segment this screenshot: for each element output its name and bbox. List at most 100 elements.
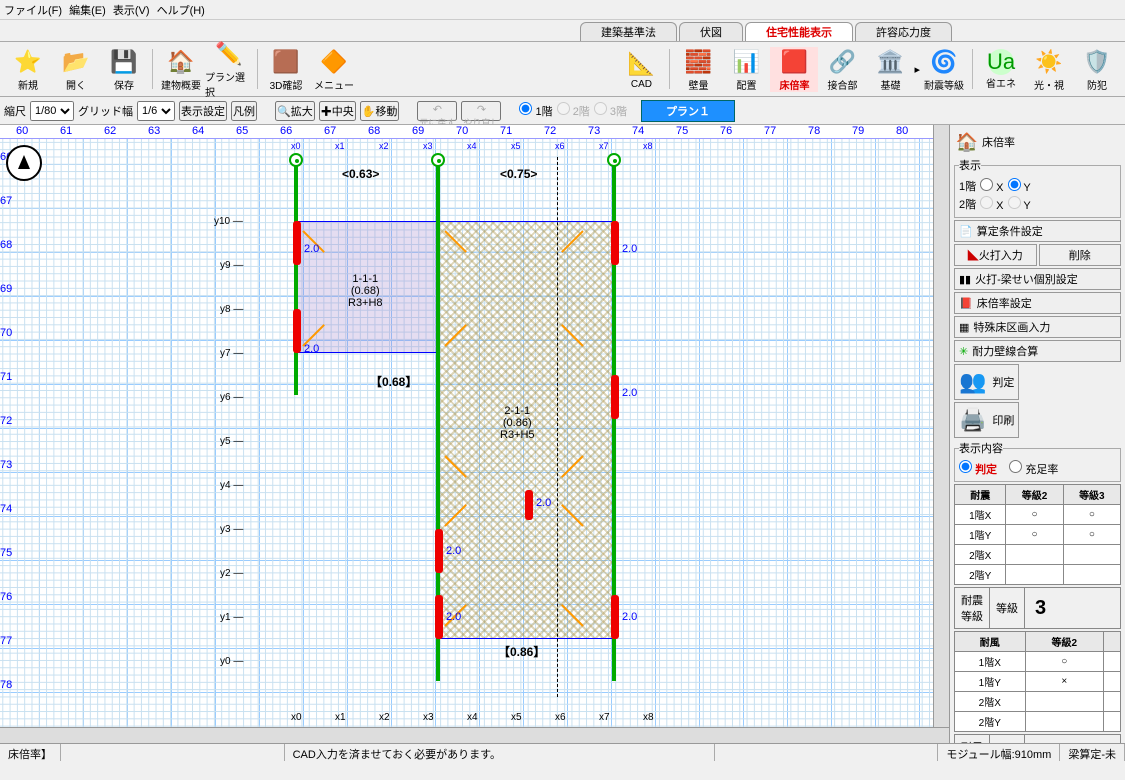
floor-icon: 🟥 bbox=[779, 47, 809, 77]
tab-fusezu[interactable]: 伏図 bbox=[679, 22, 743, 41]
base-button[interactable]: 🏛️基礎 bbox=[866, 47, 914, 92]
confirm3d-button[interactable]: 🟫3D確認 bbox=[262, 47, 310, 92]
plan-indicator[interactable]: プラン１ bbox=[641, 100, 735, 122]
display-settings-button[interactable]: 表示設定 bbox=[179, 101, 227, 121]
delete-button[interactable]: 削除 bbox=[1039, 244, 1122, 266]
energy-icon: Ua bbox=[988, 49, 1014, 75]
xlabel-x6: x6 bbox=[555, 141, 565, 151]
scale-select[interactable]: 1/80 bbox=[30, 101, 74, 121]
fire-beam-button[interactable]: ▮▮火打-梁せい個別設定 bbox=[954, 268, 1121, 290]
zoom-button[interactable]: 🔍拡大 bbox=[275, 101, 315, 121]
legend-button[interactable]: 凡例 bbox=[231, 101, 257, 121]
marker[interactable] bbox=[435, 595, 443, 639]
marker[interactable] bbox=[611, 221, 619, 265]
calc-settings-button[interactable]: 📄算定条件設定 bbox=[954, 220, 1121, 242]
center-icon: ✚ bbox=[321, 106, 332, 118]
layout-icon: 📊 bbox=[731, 47, 761, 77]
horizontal-scrollbar[interactable] bbox=[0, 727, 949, 743]
marker[interactable] bbox=[293, 221, 301, 265]
menu-file[interactable]: ファイル(F) bbox=[4, 5, 62, 17]
open-button[interactable]: 📂開く bbox=[52, 47, 100, 92]
floor-button[interactable]: 🟥床倍率 bbox=[770, 47, 818, 92]
ylabel-y7: y7 — bbox=[220, 348, 243, 359]
star-icon: ⭐ bbox=[13, 47, 43, 77]
ylabel-y2: y2 — bbox=[220, 568, 243, 579]
ylabel-y10: y10 — bbox=[214, 216, 243, 227]
move-button[interactable]: ✋移動 bbox=[360, 101, 400, 121]
xblabel: x7 bbox=[599, 712, 610, 723]
radio-1x[interactable]: X bbox=[980, 178, 1003, 194]
marker-val: 2.0 bbox=[536, 497, 551, 509]
center-button[interactable]: ✚中央 bbox=[319, 101, 356, 121]
hand-icon: ✋ bbox=[362, 106, 376, 118]
tab-row: 建築基準法 伏図 住宅性能表示 許容応力度 bbox=[0, 20, 1125, 42]
grid-select[interactable]: 1/6 bbox=[137, 101, 175, 121]
radio-1y[interactable]: Y bbox=[1008, 178, 1031, 194]
angle-icon: ◣ bbox=[968, 250, 979, 262]
main-toolbar: ⭐新規 📂開く 💾保存 🏠建物概要 ✏️プラン選択 🟫3D確認 🔶メニュー 📐C… bbox=[0, 42, 1125, 97]
floor3-radio[interactable]: 3階 bbox=[594, 102, 627, 119]
judge-button[interactable]: 👥判定 bbox=[954, 364, 1019, 400]
new-button[interactable]: ⭐新規 bbox=[4, 47, 52, 92]
cad-button[interactable]: 📐CAD bbox=[617, 49, 665, 90]
ylabel-y5: y5 — bbox=[220, 436, 243, 447]
vertical-scrollbar[interactable] bbox=[933, 125, 949, 727]
opt-fill[interactable]: 充足率 bbox=[1009, 464, 1058, 476]
secondary-toolbar: 縮尺 1/80 グリッド幅 1/6 表示設定 凡例 🔍拡大 ✚中央 ✋移動 ↶元… bbox=[0, 97, 1125, 125]
marker[interactable] bbox=[525, 490, 533, 520]
xblabel: x4 bbox=[467, 712, 478, 723]
status-module: モジュール幅:910mm bbox=[938, 744, 1060, 761]
undo-button[interactable]: ↶元に戻す bbox=[417, 101, 457, 121]
drawing-canvas[interactable]: 6061 6263 6465 6667 6869 7071 7273 7475 … bbox=[0, 125, 949, 743]
wall-sum-button[interactable]: ✳耐力壁線合算 bbox=[954, 340, 1121, 362]
marker[interactable] bbox=[611, 595, 619, 639]
radio-2x[interactable]: X bbox=[980, 196, 1003, 212]
radio-2y[interactable]: Y bbox=[1008, 196, 1031, 212]
back-icon: 🔶 bbox=[319, 47, 349, 77]
xblabel: x3 bbox=[423, 712, 434, 723]
wind-summary: 耐風 等級等級1 bbox=[954, 734, 1121, 743]
floor-rate-button[interactable]: 📕床倍率設定 bbox=[954, 292, 1121, 314]
marker[interactable] bbox=[611, 375, 619, 419]
xlabel-x1: x1 bbox=[335, 141, 345, 151]
tab-kenchiku[interactable]: 建築基準法 bbox=[580, 22, 677, 41]
plan-button[interactable]: ✏️プラン選択 bbox=[205, 39, 253, 99]
grid-label: グリッド幅 bbox=[78, 103, 133, 119]
marker[interactable] bbox=[435, 529, 443, 573]
energy-button[interactable]: Ua省エネ bbox=[977, 49, 1025, 90]
save-button[interactable]: 💾保存 bbox=[100, 47, 148, 92]
crime-button[interactable]: 🛡️防犯 bbox=[1073, 47, 1121, 92]
marker-val: 2.0 bbox=[622, 243, 637, 255]
joint-icon: 🔗 bbox=[827, 47, 857, 77]
centerline bbox=[557, 157, 558, 697]
tab-kyoyou[interactable]: 許容応力度 bbox=[855, 22, 952, 41]
opt-judge[interactable]: 判定 bbox=[959, 464, 997, 476]
marker[interactable] bbox=[293, 309, 301, 353]
redo-button[interactable]: ↷やり直し bbox=[461, 101, 501, 121]
building-button[interactable]: 🏠建物概要 bbox=[157, 47, 205, 92]
compass-icon bbox=[6, 145, 42, 181]
zone2-label: 2-1-1(0.86)R3+H5 bbox=[500, 405, 535, 441]
menu-view[interactable]: 表示(V) bbox=[113, 5, 150, 17]
disp-content-legend: 表示内容 bbox=[959, 440, 1003, 456]
seismic-button[interactable]: 🌀耐震等級 bbox=[920, 47, 968, 92]
marker-val: 2.0 bbox=[446, 545, 461, 557]
menu-help[interactable]: ヘルプ(H) bbox=[157, 5, 205, 17]
status-bar: 床倍率】 CAD入力を済ませておく必要があります。 モジュール幅:910mm 梁… bbox=[0, 743, 1125, 761]
wall-button[interactable]: 🧱壁量 bbox=[674, 47, 722, 92]
light-button[interactable]: ☀️光・視 bbox=[1025, 47, 1073, 92]
menu-edit[interactable]: 編集(E) bbox=[69, 5, 106, 17]
floor1-radio[interactable]: 1階 bbox=[519, 102, 552, 119]
menu-button[interactable]: 🔶メニュー bbox=[310, 47, 358, 92]
joint-button[interactable]: 🔗接合部 bbox=[818, 47, 866, 92]
grid-icon: ▦ bbox=[959, 321, 969, 334]
floor2-radio[interactable]: 2階 bbox=[557, 102, 590, 119]
xblabel: x5 bbox=[511, 712, 522, 723]
marker-val: 2.0 bbox=[304, 343, 319, 355]
tab-jutaku[interactable]: 住宅性能表示 bbox=[745, 22, 853, 41]
special-floor-button[interactable]: ▦特殊床区画入力 bbox=[954, 316, 1121, 338]
print-button[interactable]: 🖨️印刷 bbox=[954, 402, 1019, 438]
fire-input-button[interactable]: ◣火打入力 bbox=[954, 244, 1037, 266]
judge-icon: 👥 bbox=[959, 369, 986, 395]
layout-button[interactable]: 📊配置 bbox=[722, 47, 770, 92]
